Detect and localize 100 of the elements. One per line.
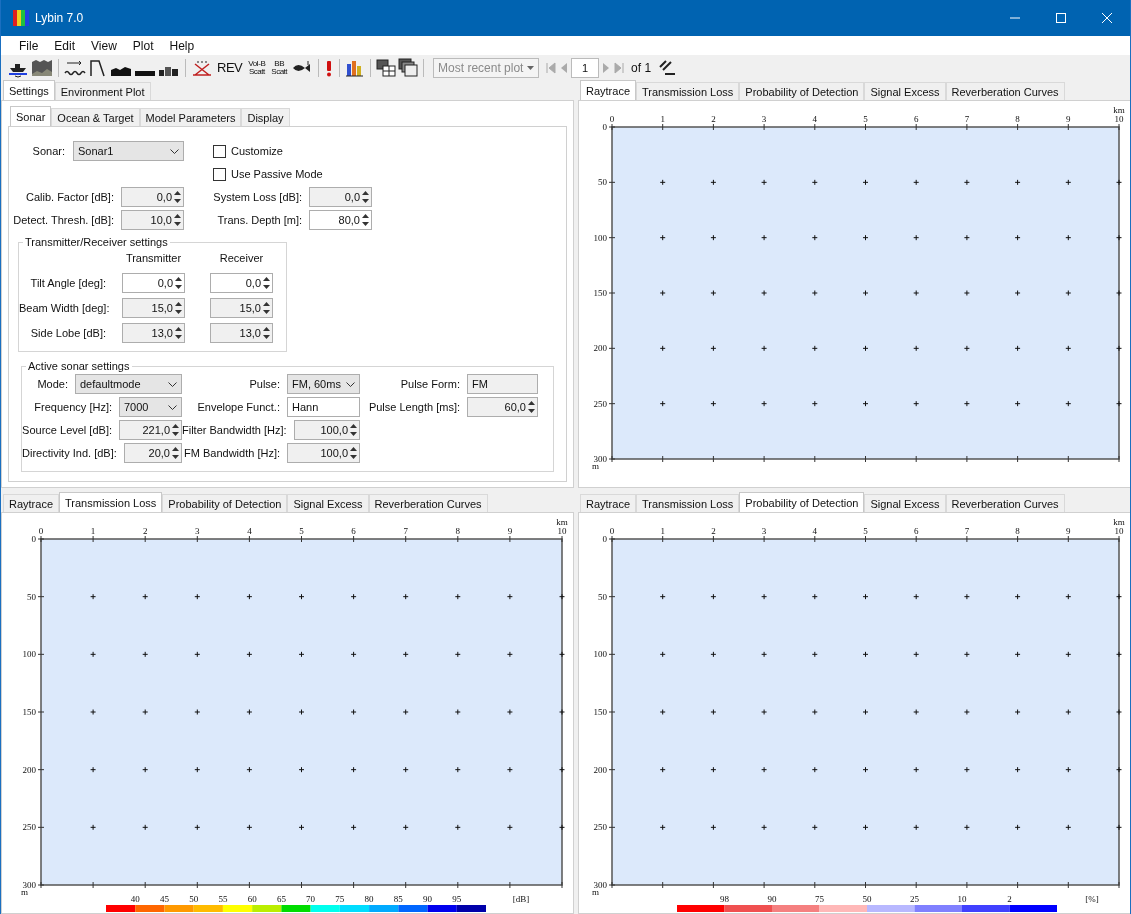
spin-arrows-icon[interactable] [361, 212, 370, 228]
toolbar-text-button[interactable]: BB Scatt [269, 59, 290, 76]
checkbox[interactable]: Use Passive Mode [191, 167, 372, 181]
grid-mark [350, 651, 357, 658]
grid-mark [1116, 766, 1122, 773]
tab[interactable]: Model Parameters [139, 108, 242, 126]
number-field[interactable]: 0,0 [122, 273, 185, 293]
page-number-field[interactable]: 1 [571, 57, 600, 78]
number-field[interactable]: 0,0 [210, 273, 273, 293]
grid-mark [811, 234, 818, 241]
menu-item[interactable]: Edit [46, 37, 84, 54]
grid-mark [1116, 179, 1122, 186]
grid-mark [913, 824, 920, 831]
grid-mark [402, 766, 409, 773]
axis-label: 10 [557, 526, 567, 536]
menu-item[interactable]: View [83, 37, 125, 54]
axis-label: 2 [711, 526, 716, 536]
column-header: Transmitter [124, 252, 183, 264]
menu-item[interactable]: Help [161, 37, 203, 54]
checkbox[interactable]: Customize [191, 144, 372, 158]
grid-mark [963, 290, 970, 296]
tab[interactable]: Signal Excess [864, 494, 946, 512]
depth-profile-icon[interactable] [88, 57, 108, 78]
grid-mark [761, 234, 768, 241]
grid-mark [862, 766, 869, 773]
grid-mark [963, 824, 970, 831]
legend-label: 50 [862, 894, 872, 904]
field-label: Mode: [37, 378, 68, 390]
field-label: Filter Bandwidth [Hz]: [182, 424, 287, 436]
caret-icon [527, 65, 535, 70]
grid-mark [350, 709, 357, 715]
tab[interactable]: Display [241, 108, 290, 126]
grid-mark [659, 593, 666, 600]
axis-label: 2 [711, 114, 716, 124]
tab[interactable]: Probability of Detection [739, 492, 865, 512]
tab[interactable]: Signal Excess [287, 494, 369, 512]
checkbox-square[interactable] [213, 167, 226, 181]
spin-arrows-icon[interactable] [174, 275, 183, 291]
tab[interactable]: Probability of Detection [162, 494, 288, 512]
terrain-icon[interactable] [31, 57, 53, 78]
maximize-icon[interactable] [1056, 13, 1066, 23]
grid-mark [1116, 400, 1122, 407]
menu-item[interactable]: Plot [124, 37, 162, 54]
close-icon[interactable] [1102, 13, 1112, 23]
field-label: System Loss [dB]: [212, 191, 302, 203]
grid-mark [506, 593, 513, 600]
axis-label: 4 [812, 526, 818, 536]
tab[interactable]: Signal Excess [864, 82, 946, 100]
checkbox-square[interactable] [213, 144, 226, 158]
group-title: Active sonar settings [27, 360, 131, 372]
grid-mark [761, 824, 768, 831]
cascade-windows-icon[interactable] [398, 57, 419, 78]
grid-mark [963, 234, 970, 241]
toolbar-text-button[interactable]: VoI-B Scatt [246, 59, 268, 76]
axis-label: 9 [1066, 526, 1071, 536]
axis-unit: km [1113, 105, 1125, 115]
grid-mark [298, 709, 305, 715]
field-label: Pulse: [249, 378, 280, 390]
grid-mark [710, 824, 717, 831]
dropdown[interactable]: 7000 [119, 397, 182, 417]
menu-item[interactable]: File [11, 37, 47, 54]
axis-label: 5 [863, 526, 868, 536]
spin-arrows-icon[interactable] [262, 275, 271, 291]
toolbar-text-button[interactable]: REV [215, 61, 245, 74]
tab[interactable]: Raytrace [3, 494, 60, 512]
tab[interactable]: Ocean & Target [51, 108, 140, 126]
tab[interactable]: Raytrace [580, 494, 637, 512]
legend-unit: [dB] [512, 894, 530, 904]
grid-mark [402, 709, 409, 715]
axis-label: 2 [142, 526, 148, 536]
field-label: Envelope Funct.: [197, 401, 280, 413]
number-field[interactable]: 80,0 [309, 210, 372, 230]
sonar-dropdown[interactable]: Sonar1 [73, 141, 184, 161]
axis-label: 50 [598, 177, 607, 188]
axis-label: 1 [660, 114, 665, 124]
tab[interactable]: Sonar [10, 106, 52, 126]
grid-mark [1065, 234, 1072, 241]
tile-windows-icon[interactable] [376, 57, 397, 78]
tab[interactable]: Reverberation Curves [945, 494, 1065, 512]
tab[interactable]: Raytrace [580, 80, 637, 100]
chevron-icon [168, 381, 177, 387]
tab[interactable]: Reverberation Curves [945, 82, 1065, 100]
tab[interactable]: Probability of Detection [739, 82, 865, 100]
axis-label: 0 [602, 122, 607, 132]
tab[interactable]: Settings [3, 80, 55, 100]
sonar-beam-icon[interactable] [657, 57, 678, 78]
dropdown[interactable]: defaultmode [75, 374, 182, 394]
page-count: of 1 [631, 60, 652, 75]
grid-mark [1014, 400, 1021, 407]
tab[interactable]: Transmission Loss [59, 492, 163, 512]
axis-label: 7 [403, 526, 408, 536]
dropdown[interactable]: FM, 60ms [287, 374, 360, 394]
grid-mark [761, 290, 768, 296]
tab[interactable]: Transmission Loss [636, 494, 740, 512]
tab[interactable]: Reverberation Curves [368, 494, 488, 512]
text-field[interactable]: Hann [287, 397, 360, 417]
grid-mark [862, 345, 869, 352]
tab[interactable]: Environment Plot [54, 82, 151, 100]
tab[interactable]: Transmission Loss [636, 82, 740, 100]
grid-mark [559, 766, 565, 773]
